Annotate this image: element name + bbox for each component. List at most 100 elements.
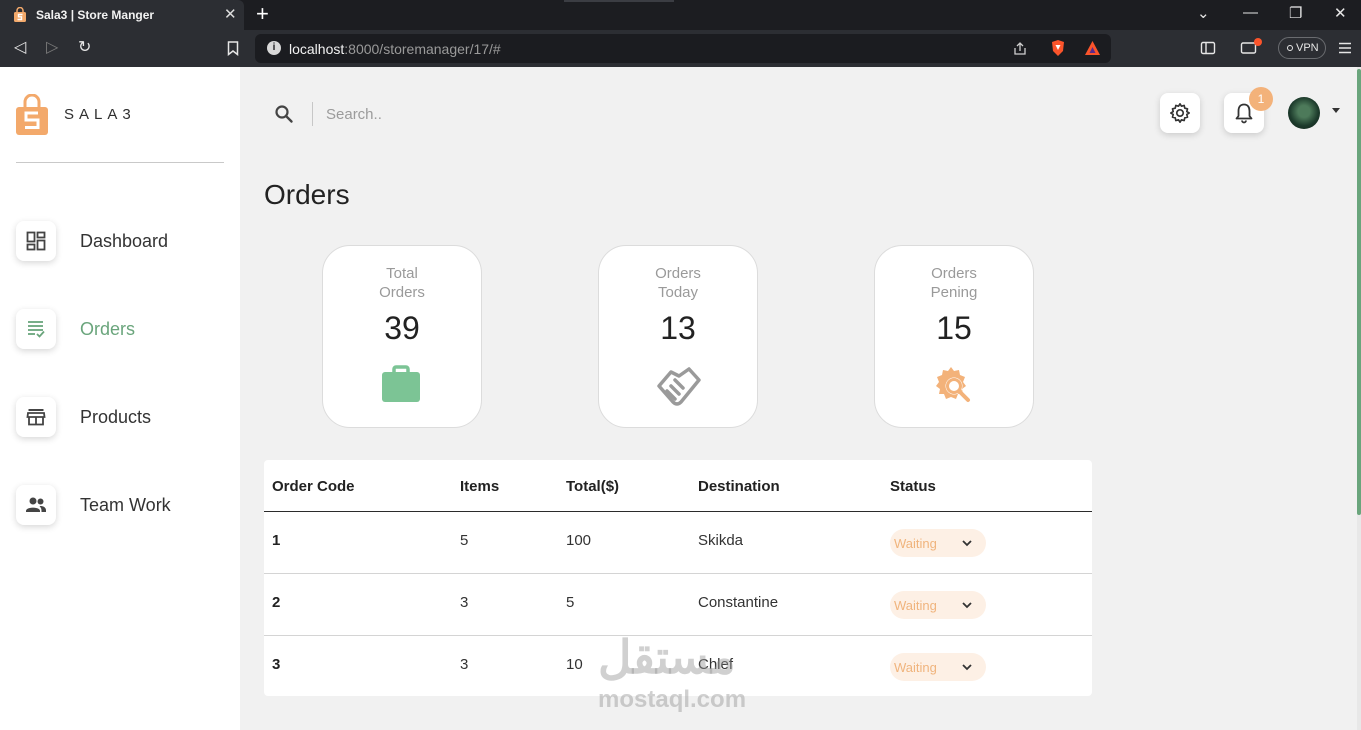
status-dropdown[interactable]: Waiting [890, 591, 986, 619]
sidebar-item-label: Team Work [80, 495, 171, 515]
sidebar-item-team-work[interactable]: Team Work [16, 485, 236, 525]
stat-label-line1: Orders [655, 265, 701, 282]
status-value: Waiting [894, 536, 937, 551]
share-icon[interactable] [1012, 41, 1028, 57]
store-icon-box [16, 397, 56, 437]
column-header-order-code: Order Code [272, 478, 355, 495]
cell-items: 3 [460, 594, 469, 611]
tab-search-icon[interactable]: ⌄ [1197, 4, 1210, 22]
search-gear-icon [936, 367, 970, 402]
back-icon[interactable]: ◁ [14, 38, 26, 58]
page-scrollbar[interactable] [1357, 67, 1361, 730]
url-text[interactable]: localhost:8000/storemanager/17/# [289, 41, 501, 57]
url-host: localhost [289, 41, 345, 57]
column-header-total: Total($) [566, 478, 620, 495]
sidebar-toggle-icon[interactable] [1200, 40, 1216, 56]
settings-button[interactable] [1160, 93, 1200, 133]
site-info-icon[interactable]: i [267, 41, 281, 55]
search-icon[interactable] [274, 104, 294, 124]
main-content: 1 Orders Total Orders 39 Orders Today 13 [240, 67, 1357, 730]
briefcase-icon [382, 365, 420, 402]
url-path: :8000/storemanager/17/# [344, 41, 501, 57]
forward-icon[interactable]: ▷ [46, 38, 58, 58]
search-input[interactable] [326, 102, 626, 126]
chevron-down-icon [962, 540, 972, 547]
column-header-status: Status [890, 478, 936, 495]
browser-toolbar: ◁ ▷ ↻ i localhost:8000/storemanager/17/#… [0, 30, 1361, 67]
avatar[interactable] [1288, 97, 1320, 129]
table-row[interactable]: 2 3 5 Constantine Waiting [264, 574, 1092, 636]
stat-label: Orders Today [599, 264, 757, 302]
browser-tab[interactable]: Sala3 | Store Manger ✕ [0, 0, 244, 30]
stat-value: 39 [384, 310, 420, 346]
cell-total: 10 [566, 656, 583, 673]
shopping-bag-icon [14, 7, 26, 22]
orders-icon [28, 321, 45, 338]
minimize-button[interactable]: — [1243, 4, 1258, 21]
notification-badge: 1 [1249, 87, 1273, 111]
stat-label-line2: Pening [930, 284, 978, 301]
vpn-button[interactable]: VPN [1278, 37, 1326, 59]
sidebar-item-label: Products [80, 407, 152, 427]
stat-value: 13 [660, 310, 696, 346]
stat-card-orders-today: Orders Today 13 [598, 245, 758, 428]
cell-total: 100 [566, 532, 592, 549]
tab-title: Sala3 | Store Manger [36, 8, 155, 22]
tab-close-icon[interactable]: ✕ [224, 5, 237, 23]
cell-order-code: 3 [272, 656, 281, 673]
stat-label-line2: Today [657, 284, 699, 301]
people-icon [26, 497, 46, 512]
cell-items: 3 [460, 656, 469, 673]
wallet-icon[interactable] [1240, 38, 1264, 56]
logo-bag-icon [16, 94, 48, 135]
stat-label: Orders Pening [875, 264, 1033, 302]
status-value: Waiting [894, 660, 937, 675]
store-icon [26, 409, 46, 426]
sidebar: SALA3 Dashboard Orders Products Team Wor… [0, 67, 240, 730]
new-tab-button[interactable]: + [256, 2, 269, 26]
scrollbar-thumb[interactable] [1357, 69, 1361, 515]
vpn-status-icon [1287, 45, 1293, 52]
cell-destination: Constantine [698, 594, 779, 611]
search-separator [312, 102, 313, 126]
tab-strip-indicator [564, 0, 674, 2]
gear-icon [1170, 103, 1190, 123]
chevron-down-icon [962, 602, 972, 609]
reload-icon[interactable]: ↻ [78, 38, 91, 58]
close-window-button[interactable]: ✕ [1334, 4, 1347, 22]
menu-icon[interactable] [1338, 41, 1352, 55]
restore-button[interactable]: ❐ [1289, 4, 1302, 22]
status-value: Waiting [894, 598, 937, 613]
brave-shield-icon[interactable] [1050, 39, 1066, 57]
watermark-arabic: مستقل [598, 631, 736, 683]
status-dropdown[interactable]: Waiting [890, 529, 986, 557]
dashboard-icon-box [16, 221, 56, 261]
status-dropdown[interactable]: Waiting [890, 653, 986, 681]
brave-rewards-icon[interactable] [1084, 40, 1101, 56]
cell-destination: Skikda [698, 532, 744, 549]
sidebar-item-label: Dashboard [80, 231, 169, 251]
bookmark-icon[interactable] [227, 41, 239, 56]
avatar-dropdown-caret-icon[interactable] [1332, 108, 1340, 113]
orders-icon-box [16, 309, 56, 349]
chevron-down-icon [962, 664, 972, 671]
sidebar-item-orders[interactable]: Orders [16, 309, 236, 349]
vpn-label: VPN [1296, 42, 1319, 54]
table-row[interactable]: 1 5 100 Skikda Waiting [264, 512, 1092, 574]
sidebar-item-label: Orders [80, 319, 136, 339]
sidebar-item-dashboard[interactable]: Dashboard [16, 221, 236, 261]
sidebar-item-products[interactable]: Products [16, 397, 236, 437]
cell-order-code: 2 [272, 594, 281, 611]
stat-value: 15 [936, 310, 972, 346]
stat-label: Total Orders [323, 264, 481, 302]
address-bar[interactable]: i localhost:8000/storemanager/17/# [255, 34, 1111, 63]
stat-label-line1: Orders [931, 265, 977, 282]
stat-label-line2: Orders [379, 284, 425, 301]
column-header-items: Items [460, 478, 500, 495]
browser-tab-bar: Sala3 | Store Manger ✕ + ⌄ — ❐ ✕ [0, 0, 1361, 30]
stat-card-total-orders: Total Orders 39 [322, 245, 482, 428]
people-icon-box [16, 485, 56, 525]
handshake-icon [657, 367, 701, 406]
cell-items: 5 [460, 532, 469, 549]
stat-card-orders-pending: Orders Pening 15 [874, 245, 1034, 428]
